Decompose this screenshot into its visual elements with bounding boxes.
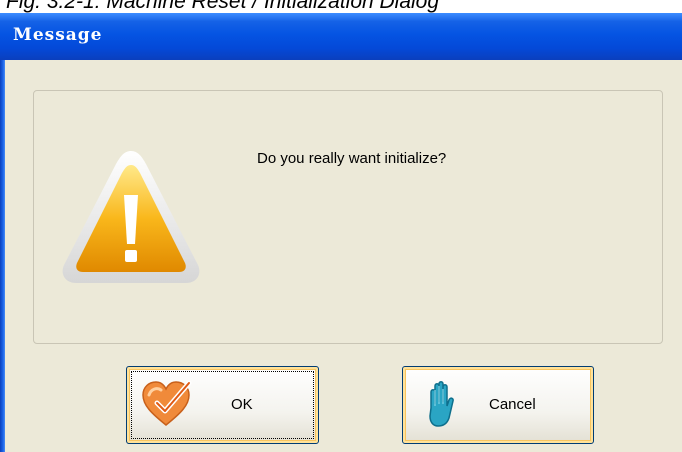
ok-label: OK (231, 396, 253, 413)
ok-button[interactable]: OK (126, 366, 319, 444)
title-bar[interactable]: Message (0, 13, 682, 60)
warning-icon (62, 151, 200, 283)
window-title: Message (13, 25, 103, 45)
checkmark-heart-icon (142, 380, 192, 426)
cancel-button[interactable]: Cancel (402, 366, 594, 444)
window-border (0, 60, 5, 452)
message-dialog: Message Do you really want initialize? O… (0, 13, 682, 452)
figure-caption: Fig. 3.2-1: Machine Reset / Initializati… (6, 0, 440, 13)
hand-stop-icon (429, 381, 454, 427)
cancel-label: Cancel (489, 396, 536, 413)
confirmation-message: Do you really want initialize? (257, 150, 447, 167)
